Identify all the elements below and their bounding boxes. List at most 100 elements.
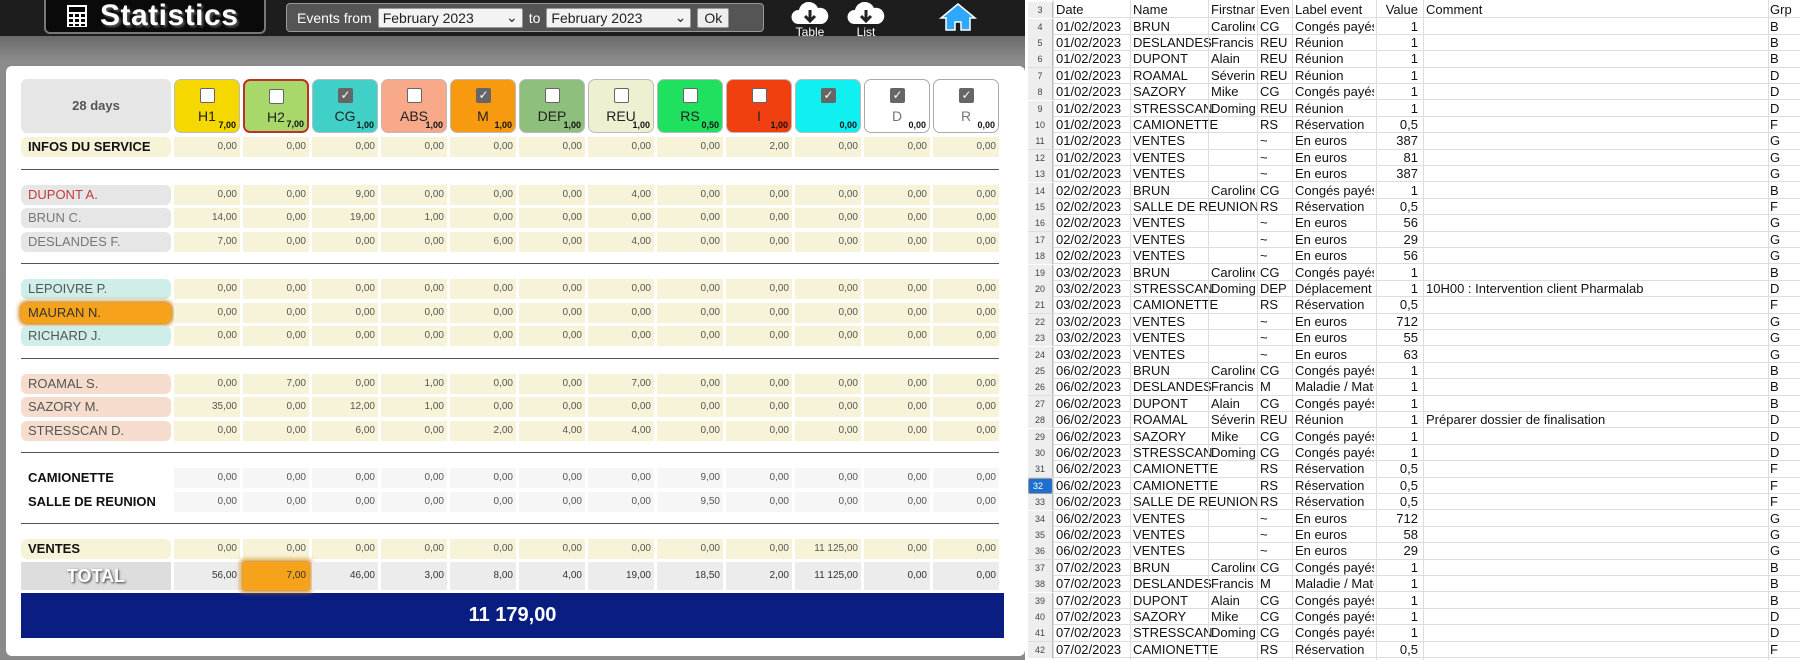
- sheet-row[interactable]: 5 01/02/2023 DESLANDES Francis REU Réunion 1 B: [1028, 34, 1800, 52]
- sheet-cell[interactable]: F: [1770, 461, 1796, 477]
- sheet-cell[interactable]: Réservation: [1295, 642, 1374, 658]
- sheet-cell[interactable]: VENTES: [1133, 150, 1273, 166]
- sheet-row[interactable]: 32 06/02/2023 CAMIONETTE RS Réservation 0,5 F: [1028, 477, 1800, 495]
- sheet-cell[interactable]: Caroline: [1211, 183, 1255, 199]
- sheet-cell[interactable]: G: [1770, 248, 1796, 264]
- sheet-cell[interactable]: VENTES: [1133, 133, 1273, 149]
- sheet-cell[interactable]: 1: [1376, 265, 1418, 281]
- sheet-cell[interactable]: Réunion: [1295, 101, 1374, 117]
- sheet-cell[interactable]: 1: [1376, 35, 1418, 51]
- sheet-cell[interactable]: D: [1770, 412, 1796, 428]
- sheet-cell[interactable]: RS: [1260, 199, 1290, 215]
- row-number[interactable]: 6: [1028, 51, 1053, 68]
- event-column-header[interactable]: ✓ 0,00: [795, 79, 861, 133]
- sheet-cell[interactable]: 1: [1376, 84, 1418, 100]
- sheet-row[interactable]: 14 02/02/2023 BRUN Caroline CG Congés payés 1 B: [1028, 182, 1800, 199]
- sheet-row[interactable]: 18 02/02/2023 VENTES ~ En euros 56 G: [1028, 248, 1800, 265]
- sheet-cell[interactable]: 1: [1376, 281, 1418, 297]
- sheet-cell[interactable]: RS: [1260, 494, 1290, 510]
- row-number[interactable]: 19: [1028, 264, 1053, 281]
- row-number[interactable]: 41: [1028, 625, 1053, 642]
- sheet-cell[interactable]: CG: [1260, 445, 1290, 461]
- sheet-cell[interactable]: 03/02/2023: [1056, 347, 1127, 363]
- sheet-cell[interactable]: Caroline: [1211, 19, 1255, 35]
- sheet-cell[interactable]: Caroline: [1211, 363, 1255, 379]
- sheet-cell[interactable]: Firstname: [1211, 2, 1255, 18]
- sheet-cell[interactable]: M: [1260, 576, 1290, 592]
- sheet-row[interactable]: 40 07/02/2023 SAZORY Mike CG Congés payés 1 D: [1028, 608, 1800, 626]
- sheet-cell[interactable]: 712: [1376, 314, 1418, 330]
- row-number[interactable]: 31: [1028, 461, 1053, 478]
- sheet-cell[interactable]: 03/02/2023: [1056, 281, 1127, 297]
- sheet-cell[interactable]: CAMIONETTE: [1133, 478, 1273, 494]
- row-number[interactable]: 26: [1028, 379, 1053, 396]
- sheet-cell[interactable]: CAMIONETTE: [1133, 642, 1273, 658]
- sheet-row[interactable]: 4107/02/2023STRESSCANDominguezCGCongés p…: [1028, 625, 1800, 642]
- sheet-cell[interactable]: REU: [1260, 412, 1290, 428]
- sheet-row[interactable]: 701/02/2023ROAMALSéverineREURéunion1D: [1028, 67, 1800, 85]
- sheet-row[interactable]: 6 01/02/2023 DUPONT Alain REU Réunion 1 B: [1028, 51, 1800, 68]
- sheet-cell[interactable]: F: [1770, 642, 1796, 658]
- sheet-cell[interactable]: Event: [1260, 2, 1290, 18]
- sheet-cell[interactable]: 0,5: [1376, 461, 1418, 477]
- sheet-cell[interactable]: Congés payés: [1295, 445, 1374, 461]
- sheet-row[interactable]: 29 06/02/2023 SAZORY Mike CG Congés payés 1 D: [1028, 428, 1800, 445]
- sheet-row[interactable]: 3006/02/2023STRESSCANDominguezCGCongés p…: [1028, 444, 1800, 462]
- sheet-cell[interactable]: 1: [1376, 560, 1418, 576]
- sheet-row[interactable]: 42 07/02/2023 CAMIONETTE RS Réservation 0,5 F: [1028, 641, 1800, 659]
- sheet-cell[interactable]: Réservation: [1295, 461, 1374, 477]
- event-column-header[interactable]: ABS 1,00: [381, 79, 447, 133]
- sheet-row[interactable]: 901/02/2023STRESSCANDominguezREURéunion1…: [1028, 100, 1800, 117]
- sheet-cell[interactable]: 07/02/2023: [1056, 642, 1127, 658]
- row-number[interactable]: 25: [1028, 362, 1053, 379]
- sheet-row[interactable]: 37 07/02/2023 BRUN Caroline CG Congés payés 1 B: [1028, 559, 1800, 577]
- sheet-cell[interactable]: SALLE DE REUNION: [1133, 199, 1273, 215]
- sheet-cell[interactable]: Congés payés: [1295, 183, 1374, 199]
- sheet-cell[interactable]: 0,5: [1376, 199, 1418, 215]
- row-label[interactable]: MAURAN N.: [21, 302, 171, 323]
- sheet-cell[interactable]: D: [1770, 281, 1796, 297]
- row-number[interactable]: 17: [1028, 231, 1053, 248]
- sheet-row[interactable]: 39 07/02/2023 DUPONT Alain CG Congés payés 1 B: [1028, 592, 1800, 609]
- sheet-cell[interactable]: Maladie / Maternité: [1295, 576, 1374, 592]
- sheet-cell[interactable]: 81: [1376, 150, 1418, 166]
- sheet-cell[interactable]: En euros: [1295, 248, 1374, 264]
- sheet-cell[interactable]: Dominguez: [1211, 625, 1255, 641]
- sheet-cell[interactable]: RS: [1260, 642, 1290, 658]
- sheet-cell[interactable]: 06/02/2023: [1056, 412, 1127, 428]
- sheet-row[interactable]: 3DateNameFirstnameEventLabel eventValueC…: [1028, 2, 1800, 19]
- sheet-cell[interactable]: Dominguez: [1211, 101, 1255, 117]
- sheet-cell[interactable]: Préparer dossier de finalisation: [1426, 412, 1631, 428]
- column-checkbox[interactable]: [614, 88, 629, 103]
- table-export-button[interactable]: Table: [785, 1, 835, 39]
- event-column-header[interactable]: ✓ D 0,00: [864, 79, 930, 133]
- row-label[interactable]: DUPONT A.: [21, 184, 171, 205]
- sheet-cell[interactable]: Congés payés: [1295, 84, 1374, 100]
- sheet-cell[interactable]: G: [1770, 314, 1796, 330]
- event-column-header[interactable]: ✓ R 0,00: [933, 79, 999, 133]
- sheet-cell[interactable]: Congés payés: [1295, 560, 1374, 576]
- list-export-button[interactable]: List: [841, 1, 891, 39]
- sheet-cell[interactable]: B: [1770, 35, 1796, 51]
- sheet-cell[interactable]: B: [1770, 183, 1796, 199]
- column-checkbox[interactable]: [407, 88, 422, 103]
- event-column-header[interactable]: ✓ CG 1,00: [312, 79, 378, 133]
- sheet-cell[interactable]: 06/02/2023: [1056, 429, 1127, 445]
- row-number[interactable]: 7: [1028, 67, 1053, 84]
- row-label[interactable]: DESLANDES F.: [21, 231, 171, 252]
- ok-button[interactable]: Ok: [697, 7, 730, 28]
- sheet-cell[interactable]: 1: [1376, 396, 1418, 412]
- sheet-row[interactable]: 10 01/02/2023 CAMIONETTE RS Réservation 0,5 F: [1028, 116, 1800, 134]
- row-number[interactable]: 3: [1028, 2, 1053, 18]
- sheet-cell[interactable]: 06/02/2023: [1056, 511, 1127, 527]
- sheet-cell[interactable]: En euros: [1295, 314, 1374, 330]
- sheet-cell[interactable]: B: [1770, 265, 1796, 281]
- sheet-cell[interactable]: M: [1260, 379, 1290, 395]
- sheet-cell[interactable]: ~: [1260, 150, 1290, 166]
- sheet-cell[interactable]: ~: [1260, 133, 1290, 149]
- sheet-cell[interactable]: G: [1770, 215, 1796, 231]
- sheet-cell[interactable]: D: [1770, 429, 1796, 445]
- sheet-cell[interactable]: 03/02/2023: [1056, 330, 1127, 346]
- sheet-cell[interactable]: En euros: [1295, 527, 1374, 543]
- row-number[interactable]: 24: [1028, 346, 1053, 363]
